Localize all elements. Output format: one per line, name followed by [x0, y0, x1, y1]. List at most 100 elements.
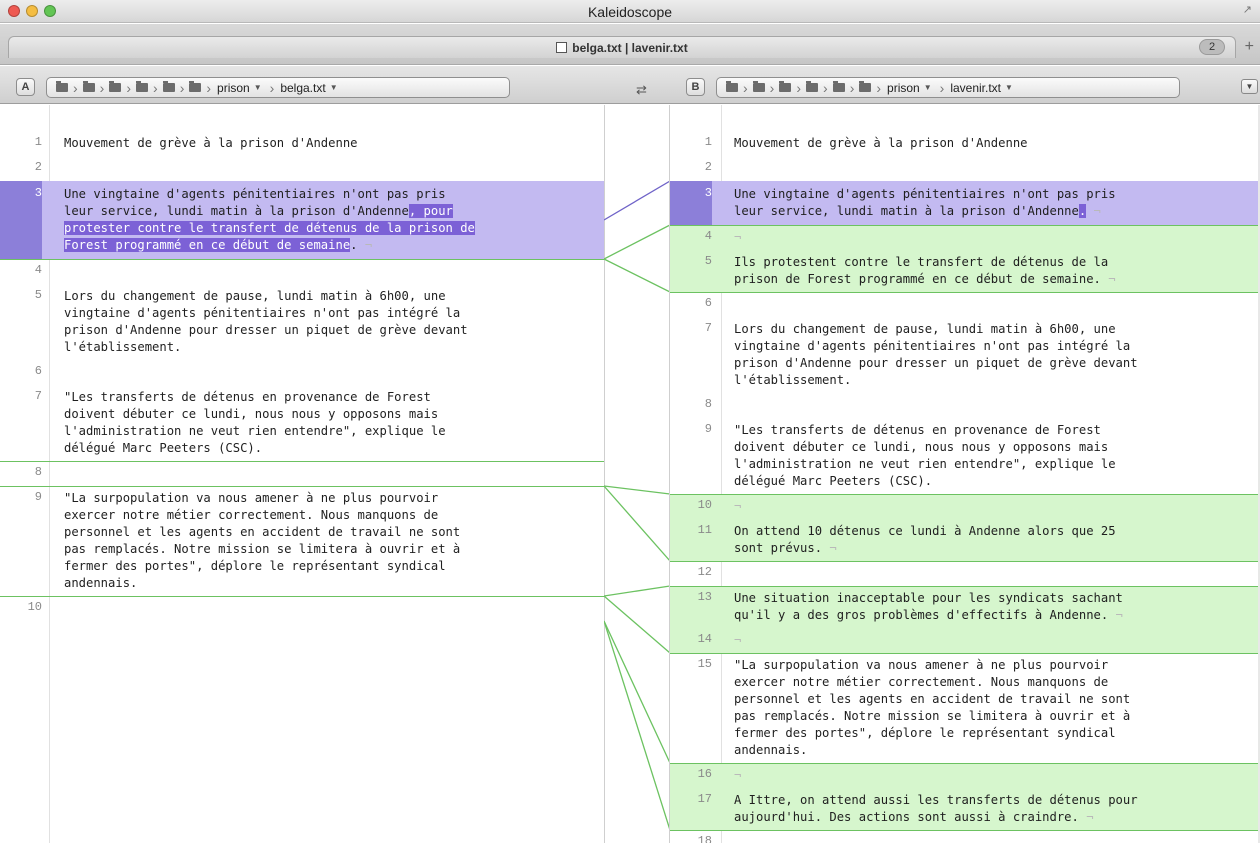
line-text: ¬ — [734, 229, 741, 246]
insert-connector — [604, 485, 670, 495]
line-text-content: Mouvement de grève à la prison d'Andenne — [64, 136, 358, 150]
line-number: 4 — [34, 263, 42, 277]
line-number: 10 — [27, 600, 42, 614]
line-row: 6 — [0, 360, 604, 385]
line-number: 4 — [704, 229, 712, 243]
line-text-content: "La surpopulation va nous amener à ne pl… — [64, 491, 461, 590]
line-text: Mouvement de grève à la prison d'Andenne — [734, 135, 1028, 152]
chevron-right-icon: › — [939, 79, 945, 96]
tab-count-badge[interactable]: 2 — [1199, 39, 1225, 55]
line-number: 7 — [704, 321, 712, 335]
line-number: 6 — [704, 296, 712, 310]
line-row: 17 A Ittre, on attend aussi les transfert… — [670, 788, 1260, 830]
line-row: 2 — [670, 156, 1260, 181]
tab-title: belga.txt | lavenir.txt — [572, 41, 688, 55]
title-bar: Kaleidoscope ↗ — [0, 0, 1260, 23]
line-text: "La surpopulation va nous amener à ne pl… — [64, 490, 460, 592]
line-number: 18 — [697, 834, 712, 843]
line-row: 9 "Les transferts de détenus en provenanc… — [670, 418, 1260, 494]
breadcrumb-file[interactable]: lavenir.txt — [950, 81, 1001, 95]
line-text: ¬ — [734, 767, 741, 784]
path-bar: A › › › › › › prison ▼ › belga.txt ▼ ⇄ B › › › › › › pri… — [0, 66, 1260, 104]
breadcrumb-file[interactable]: belga.txt — [280, 81, 325, 95]
chevron-right-icon: › — [849, 79, 855, 96]
fullscreen-icon[interactable]: ↗ — [1243, 3, 1252, 16]
left-breadcrumb[interactable]: › › › › › › prison ▼ › belga.txt ▼ — [46, 77, 510, 98]
line-text: Lors du changement de pause, lundi matin… — [64, 288, 468, 356]
tab-comparison[interactable]: belga.txt | lavenir.txt 2 — [8, 36, 1236, 58]
folder-icon[interactable] — [56, 81, 68, 92]
pilcrow-icon: ¬ — [1100, 272, 1116, 286]
chevron-right-icon: › — [99, 79, 105, 96]
folder-icon[interactable] — [832, 81, 845, 92]
folder-icon[interactable] — [136, 81, 149, 92]
line-number: 5 — [704, 254, 712, 268]
tab-bar: belga.txt | lavenir.txt 2 — [0, 24, 1260, 65]
folder-icon[interactable] — [779, 81, 792, 92]
pilcrow-icon: ¬ — [734, 768, 742, 782]
line-text-after: . — [350, 238, 358, 252]
folder-icon[interactable] — [109, 81, 122, 92]
line-row: 4 ¬ — [670, 225, 1260, 250]
right-breadcrumb[interactable]: › › › › › › prison ▼ › lavenir.txt ▼ — [716, 77, 1180, 98]
options-menu-button[interactable]: ▼ — [1241, 79, 1258, 94]
pane-b-button[interactable]: B — [686, 78, 705, 96]
block-boundary-line — [670, 653, 1260, 654]
insert-connector — [604, 620, 670, 764]
pilcrow-icon: ¬ — [1078, 810, 1094, 824]
folder-icon[interactable] — [726, 81, 738, 92]
insert-connector — [604, 258, 670, 293]
line-text-content: "Les transferts de détenus en provenance… — [64, 390, 446, 455]
folder-icon[interactable] — [752, 81, 765, 92]
block-boundary-line — [670, 586, 1260, 587]
folder-icon[interactable] — [859, 81, 872, 92]
line-text-content: Lors du changement de pause, lundi matin… — [734, 322, 1138, 387]
line-row: 16 ¬ — [670, 763, 1260, 788]
folder-icon[interactable] — [806, 81, 819, 92]
chevron-right-icon: › — [823, 79, 828, 96]
left-text-pane[interactable]: 1 Mouvement de grève à la prison d'Andenn… — [0, 105, 604, 843]
block-boundary-line — [0, 259, 604, 260]
line-text: ¬ — [734, 632, 741, 649]
block-boundary-line — [670, 763, 1260, 764]
insert-connector — [604, 595, 670, 654]
line-text: Une vingtaine d'agents pénitentiaires n'… — [734, 186, 1116, 220]
line-row: 11 On attend 10 détenus ce lundi à Andenn… — [670, 519, 1260, 561]
line-number: 7 — [34, 389, 42, 403]
folder-icon[interactable] — [189, 81, 202, 92]
line-text: "La surpopulation va nous amener à ne pl… — [734, 657, 1130, 759]
line-row: 4 — [0, 259, 604, 284]
line-number: 9 — [704, 422, 712, 436]
add-tab-button[interactable]: + — [1245, 38, 1254, 56]
line-number: 8 — [704, 397, 712, 411]
line-row: 7 "Les transferts de détenus en provenanc… — [0, 385, 604, 461]
chevron-down-icon: ▼ — [253, 83, 262, 92]
breadcrumb-folder[interactable]: prison — [217, 81, 250, 95]
line-row: 1 Mouvement de grève à la prison d'Andenn… — [0, 131, 604, 156]
right-text-pane[interactable]: 1 Mouvement de grève à la prison d'Andenn… — [670, 105, 1260, 843]
chevron-right-icon: › — [876, 79, 882, 96]
line-text-unchanged: Une vingtaine d'agents pénitentiaires n'… — [64, 187, 446, 218]
breadcrumb-folder[interactable]: prison — [887, 81, 920, 95]
chevron-down-icon: ▼ — [923, 83, 932, 92]
folder-icon[interactable] — [162, 81, 175, 92]
pane-a-button[interactable]: A — [16, 78, 35, 96]
line-row: 13 Une situation inacceptable pour les sy… — [670, 586, 1260, 628]
folder-icon[interactable] — [82, 81, 95, 92]
pilcrow-icon: ¬ — [1086, 204, 1101, 218]
line-number: 5 — [34, 288, 42, 302]
block-boundary-line — [670, 830, 1260, 831]
block-boundary-line — [670, 225, 1260, 226]
line-text: "Les transferts de détenus en provenance… — [734, 422, 1116, 490]
line-text-content: Ils protestent contre le transfert de dé… — [734, 255, 1109, 286]
line-number: 10 — [697, 498, 712, 512]
line-number: 16 — [697, 767, 712, 781]
line-text: Lors du changement de pause, lundi matin… — [734, 321, 1138, 389]
window-title: Kaleidoscope — [587, 4, 673, 20]
line-text-content: "Les transferts de détenus en provenance… — [734, 423, 1116, 488]
swap-icon[interactable]: ⇄ — [636, 82, 647, 98]
line-number: 8 — [34, 465, 42, 479]
diff-connector — [604, 180, 670, 831]
block-boundary-line — [670, 292, 1260, 293]
line-row: 9 "La surpopulation va nous amener à ne p… — [0, 486, 604, 596]
